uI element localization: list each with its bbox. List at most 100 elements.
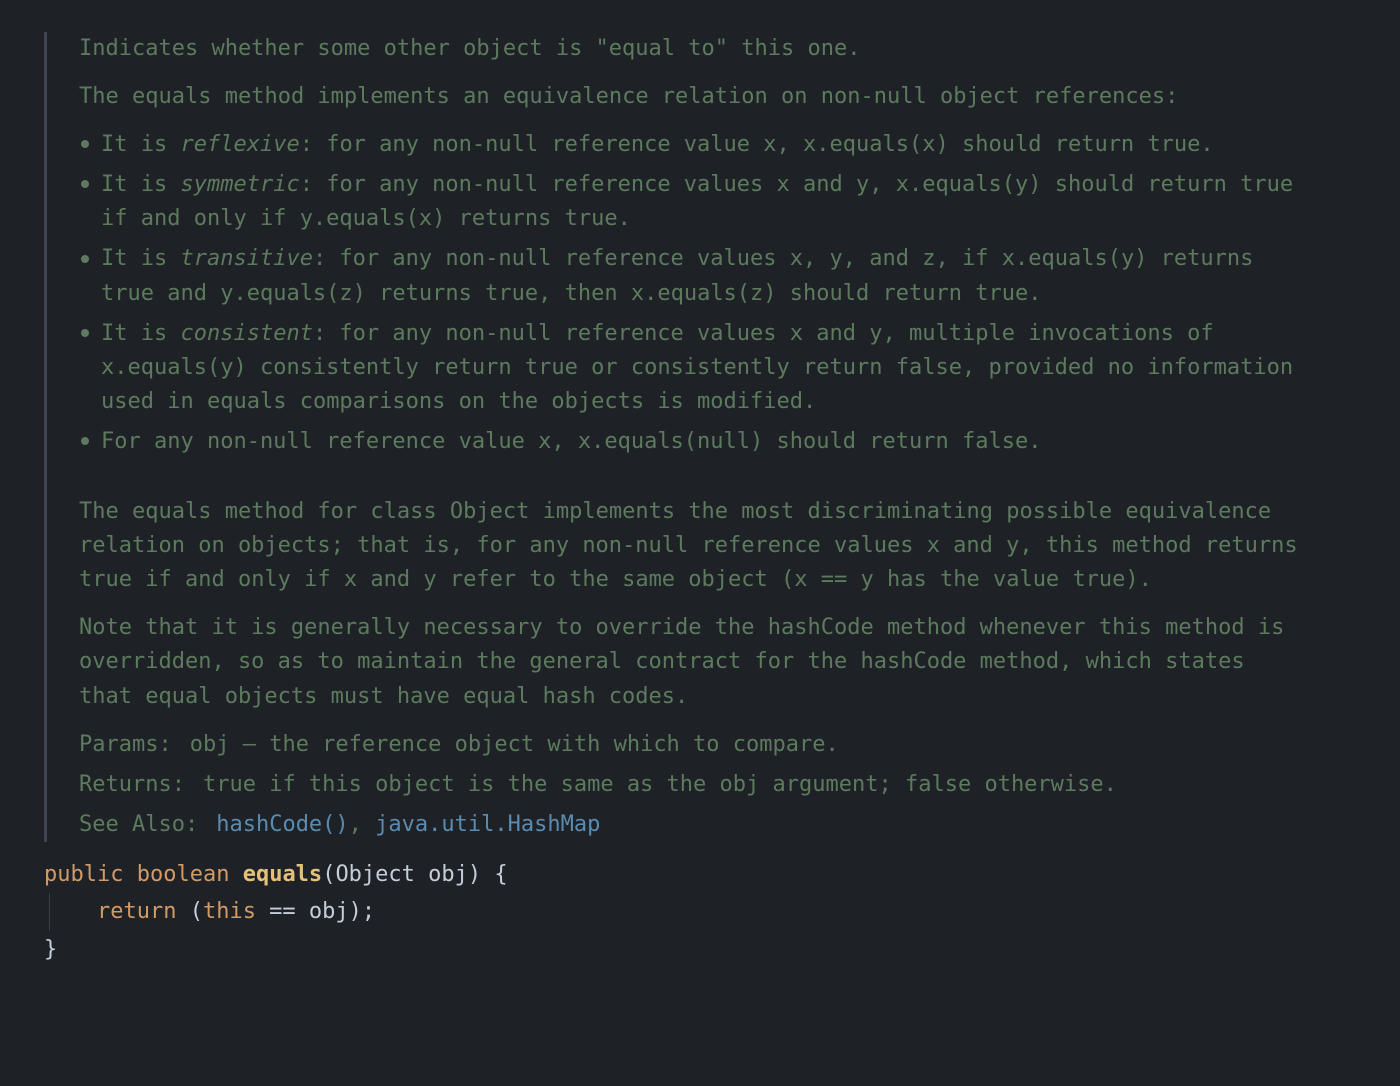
javadoc-relation-list: It is reflexive: for any non-null refere… [79,128,1304,459]
parameter: obj [428,862,468,887]
code-inline: x == y [794,567,873,592]
space [415,862,428,887]
javadoc-note-hashcode: Note that it is generally necessary to o… [79,611,1304,713]
code-inline: Object [450,499,529,524]
text: and [357,567,423,592]
keyword-return: return [97,899,176,924]
text: refer to the same object ( [437,567,795,592]
text: method for class [211,499,449,524]
code-inline: obj [190,732,230,757]
text: , [869,172,896,197]
text: It is [101,321,180,346]
operator-eq: == [256,899,309,924]
see-also-label: See Also: [79,808,198,842]
code-inline: equals [132,84,211,109]
code-inline: hashCode [860,649,966,674]
list-item: For any non-null reference value x, x.eq… [79,425,1304,459]
text: and [803,321,869,346]
code-inline: true [1072,567,1125,592]
text: It is [101,246,180,271]
editor-viewport: Indicates whether some other object is "… [0,0,1400,1000]
paren-brace: ) { [468,862,508,887]
javadoc-summary: Indicates whether some other object is "… [79,32,1304,66]
code-inline: true [1240,172,1293,197]
text: , this method returns [1019,533,1297,558]
text: and [940,533,1006,558]
code-inline: x.equals(y) [1002,246,1148,271]
code-line: public boolean equals(Object obj) { [44,856,1304,893]
code-block[interactable]: public boolean equals(Object obj) { retu… [44,856,1304,968]
text: : for any non-null reference values [313,321,790,346]
code-inline: true [203,772,256,797]
code-inline: true [485,281,538,306]
text: : for any non-null reference value [300,132,764,157]
list-item: It is symmetric: for any non-null refere… [79,168,1304,236]
text: ). [1125,567,1152,592]
list-item: It is transitive: for any non-null refer… [79,242,1304,310]
code-inline: equals [132,499,211,524]
text: returns [445,206,564,231]
javadoc-returns: Returns: true if this object is the same… [79,768,1304,802]
link-hashmap[interactable]: java.util.HashMap [375,812,600,837]
keyword-modifier: public [44,862,123,887]
text: , [803,246,830,271]
emphasis: transitive [180,246,312,271]
code-inline: z [922,246,935,271]
code-inline: y [830,246,843,271]
javadoc-block: Indicates whether some other object is "… [44,32,1304,842]
text: For any non-null reference value [101,429,538,454]
text: if this object is the same as the obj ar… [256,772,905,797]
text: Note that it is generally necessary to o… [79,615,768,640]
params-label: Params: [79,728,172,762]
code-inline: true [525,355,578,380]
code-inline: true [565,206,618,231]
text: should return [1041,172,1240,197]
text: . [1028,281,1041,306]
code-inline: x [763,132,776,157]
text: , multiple invocations of [883,321,1214,346]
code-inline: x [790,321,803,346]
text: returns [1147,246,1253,271]
javadoc-relation-intro: The equals method implements an equivale… [79,80,1304,114]
text: The [79,84,132,109]
text: , [551,429,578,454]
code-inline: x.equals(y) [896,172,1042,197]
link-hashcode[interactable]: hashCode() [216,812,348,837]
identifier: obj [309,899,349,924]
list-item: It is reflexive: for any non-null refere… [79,128,1304,162]
code-inline: x [777,172,790,197]
text: . [1200,132,1213,157]
text: It is [101,172,180,197]
text: should return [949,132,1148,157]
code-inline: false [962,429,1028,454]
text: , then [538,281,631,306]
code-inline: x [538,429,551,454]
text: , and [843,246,922,271]
emphasis: reflexive [180,132,299,157]
code-inline: x [927,533,940,558]
text: and [790,172,856,197]
text: if and only if [132,567,344,592]
keyword-this: this [203,899,256,924]
code-inline: true [101,281,154,306]
text: should return [777,281,976,306]
text: : for any non-null reference values [313,246,790,271]
code-inline: y.equals(x) [300,206,446,231]
code-inline: false [905,772,971,797]
text: The [79,499,132,524]
code-inline: y [1006,533,1019,558]
paren-semi: ); [349,899,376,924]
code-line: return (this == obj); [44,893,1304,930]
emphasis: symmetric [180,172,299,197]
code-inline: x.equals(null) [578,429,763,454]
code-inline: x [790,246,803,271]
code-inline: hashCode [768,615,874,640]
javadoc-params: Params: obj – the reference object with … [79,728,1304,762]
text: or consistently return [578,355,896,380]
code-inline: x.equals(y) [101,355,247,380]
text: and [154,281,220,306]
returns-label: Returns: [79,768,185,802]
text: , if [936,246,1002,271]
text: , [777,132,804,157]
text: consistently return [247,355,525,380]
